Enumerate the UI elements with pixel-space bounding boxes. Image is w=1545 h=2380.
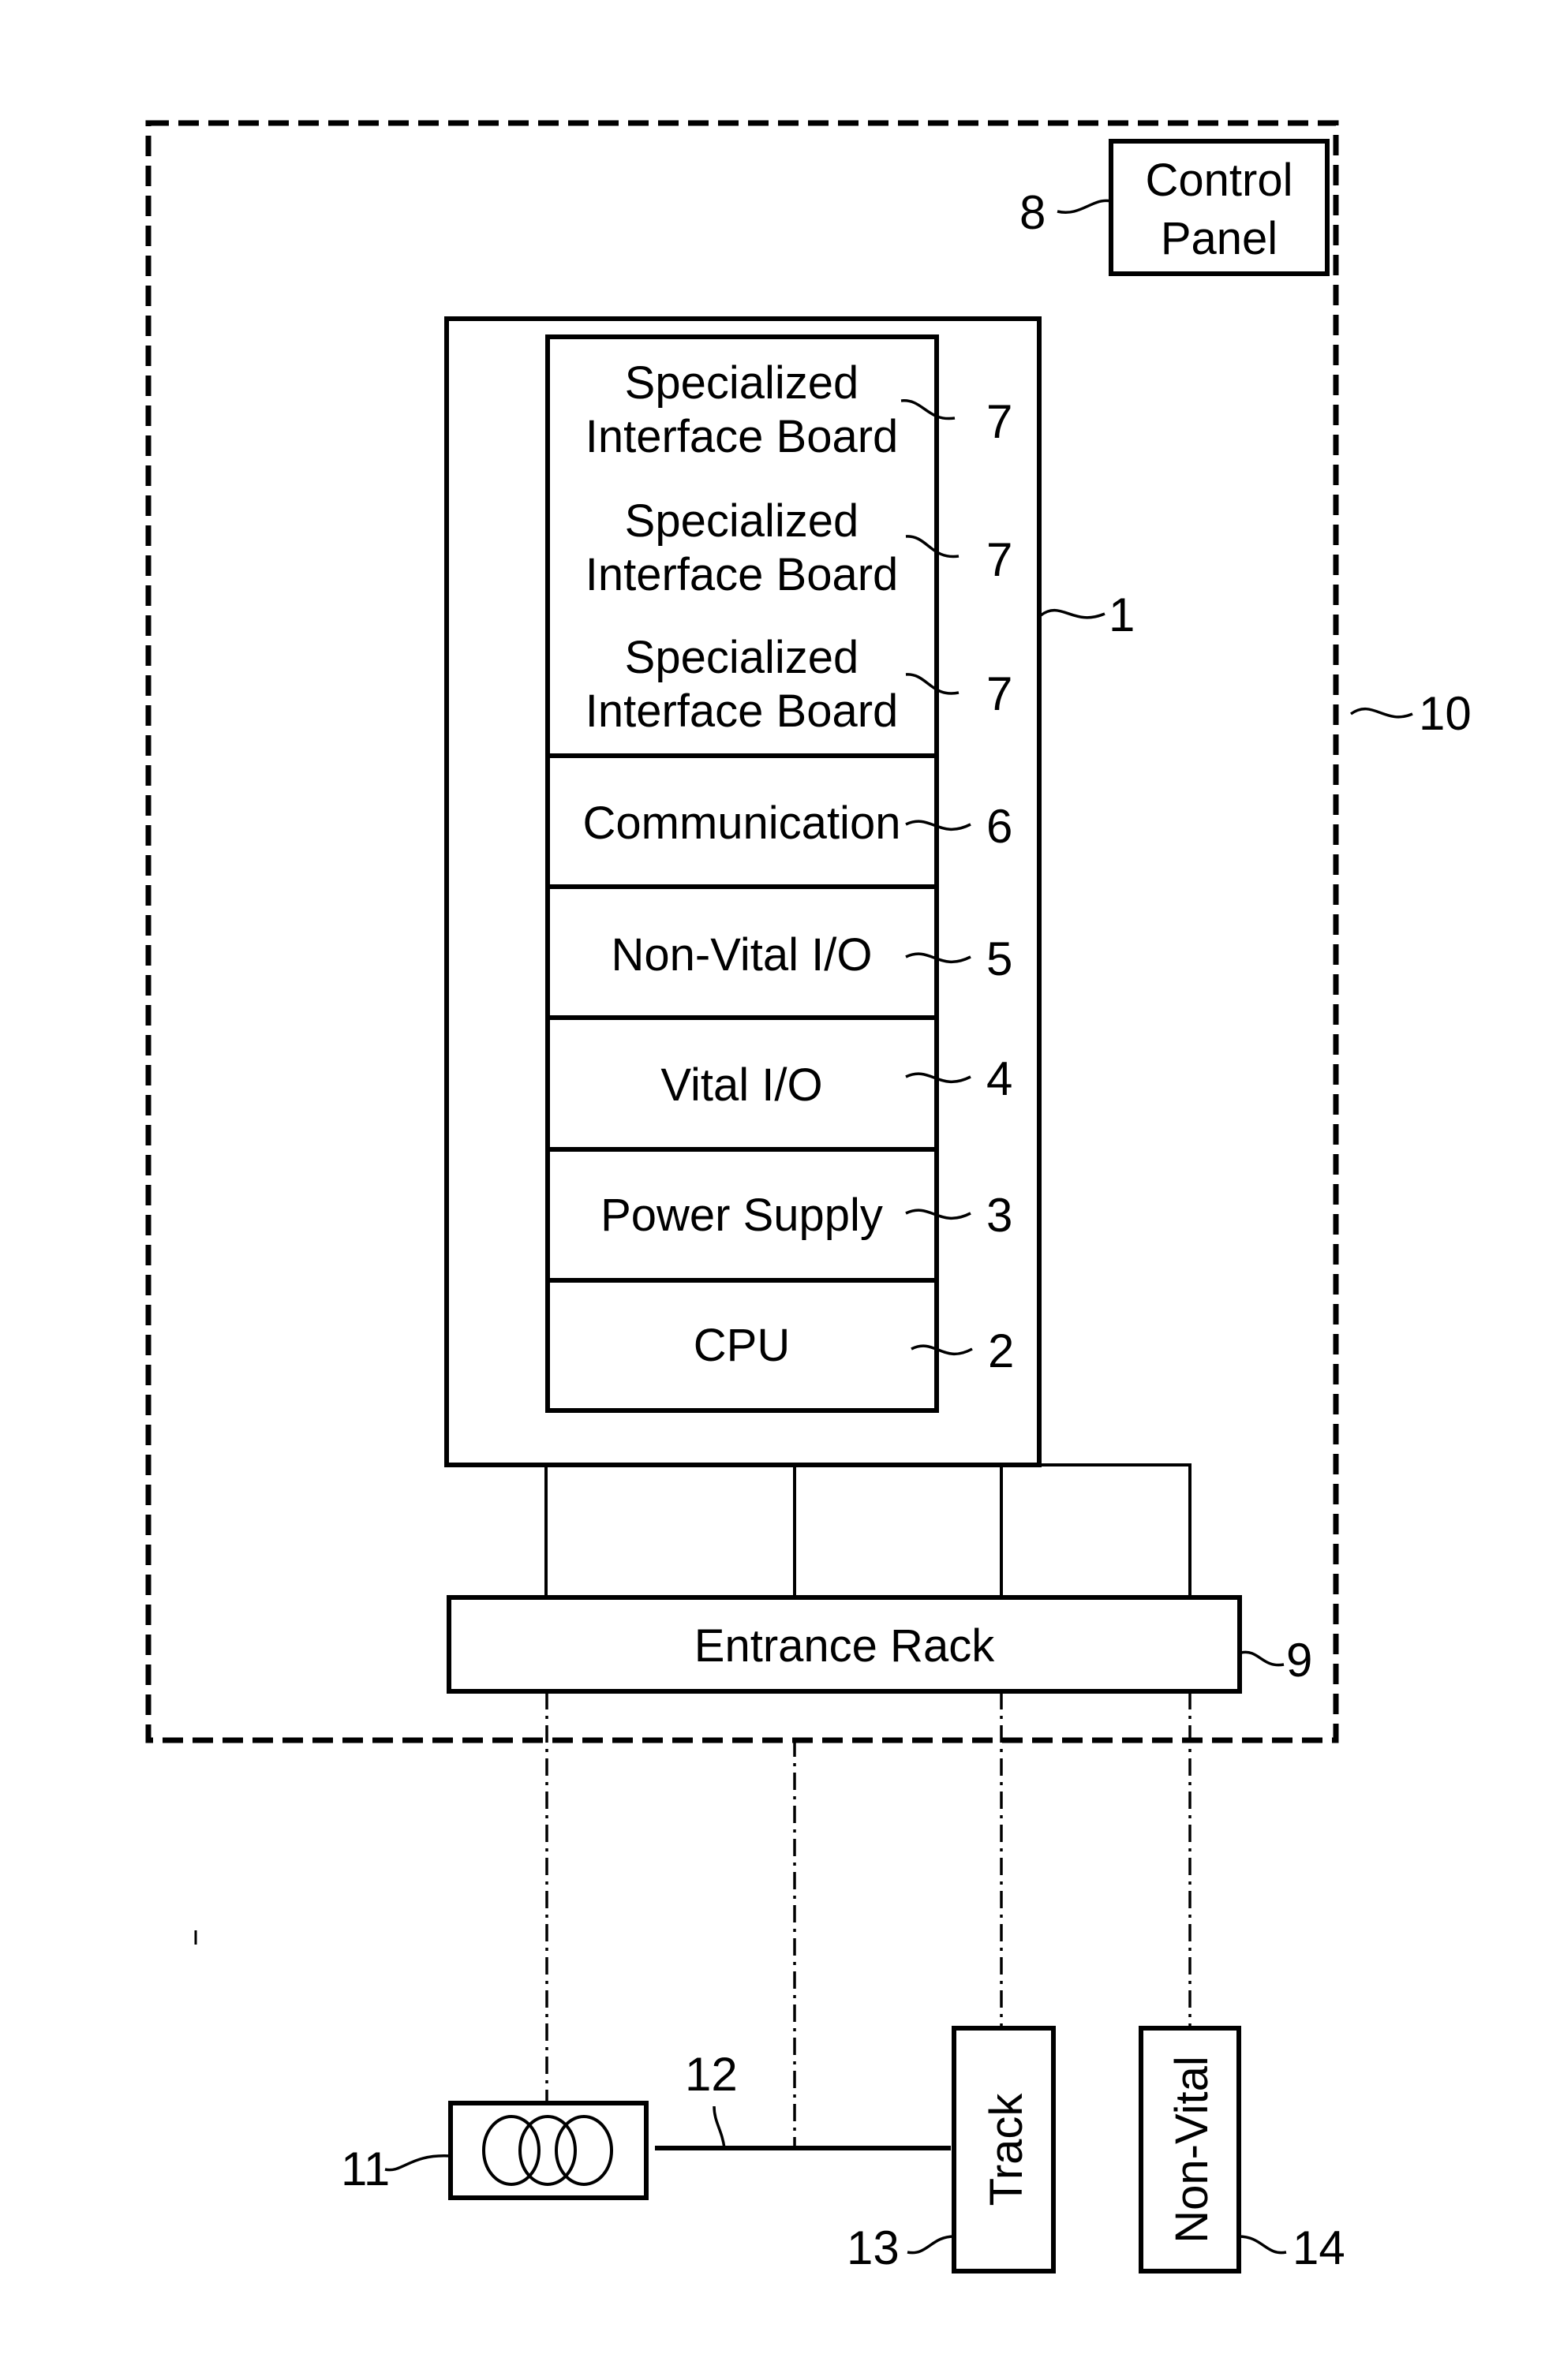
- board-ref: 4: [986, 1052, 1012, 1105]
- track-label: Track: [981, 2093, 1032, 2206]
- board-label: CPU: [694, 1320, 790, 1371]
- field-connections: [545, 1692, 1191, 2148]
- signal-lamps-icon: [482, 2115, 613, 2186]
- board-label: Interface Board: [585, 549, 899, 600]
- rack-leader: [1039, 608, 1105, 619]
- board-leader: [900, 399, 956, 420]
- board-ref: 6: [986, 800, 1012, 853]
- board-label: Specialized: [625, 357, 859, 409]
- board-label: Power Supply: [600, 1190, 883, 1241]
- bus-line: [1039, 1463, 1191, 1597]
- control-panel-label-line1: Control: [1146, 155, 1293, 206]
- non-vital-leader: [1238, 2235, 1287, 2255]
- board-label: Specialized: [625, 495, 859, 547]
- non-vital-label: Non-Vital: [1166, 2056, 1218, 2244]
- system-block-diagram: 10 Control Panel 8 1 Specialized Interfa…: [145, 120, 1472, 2274]
- control-panel-leader: [1057, 199, 1112, 214]
- track-ref: 13: [847, 2221, 900, 2274]
- board-ref: 2: [988, 1325, 1014, 1377]
- bus-connections: [544, 1463, 1191, 1597]
- signal-lamp: [518, 2115, 577, 2186]
- line-12-ref: 12: [685, 2048, 738, 2101]
- control-panel-label-line2: Panel: [1161, 213, 1278, 264]
- board-stack: Specialized Interface Board 7 Specialize…: [545, 334, 1014, 1413]
- signal-ref: 11: [341, 2143, 390, 2195]
- board-leader: [905, 673, 960, 695]
- signal-lamp: [482, 2115, 541, 2186]
- non-vital-ref: 14: [1292, 2221, 1345, 2274]
- line-12-leader: [713, 2105, 726, 2149]
- track-leader: [907, 2235, 955, 2255]
- enclosure-leader: [1349, 708, 1413, 719]
- board-ref: 7: [986, 533, 1012, 586]
- entrance-rack-label: Entrance Rack: [694, 1620, 995, 1672]
- entrance-rack-ref: 9: [1286, 1634, 1312, 1687]
- board-leader: [911, 1344, 973, 1355]
- board-label: Vital I/O: [660, 1059, 822, 1111]
- control-panel-ref: 8: [1019, 186, 1046, 239]
- board-label: Non-Vital I/O: [612, 929, 873, 981]
- rack-box: [444, 316, 1042, 1467]
- board-label: Communication: [583, 798, 901, 849]
- entrance-rack-leader: [1240, 1650, 1285, 1667]
- board-label: Specialized: [625, 632, 859, 683]
- board-ref: 7: [986, 395, 1012, 448]
- board-leader: [905, 535, 960, 559]
- board-label: Interface Board: [585, 411, 899, 462]
- board-ref: 3: [986, 1189, 1012, 1242]
- signal-lamp: [555, 2115, 613, 2186]
- enclosure-ref: 10: [1419, 687, 1472, 740]
- board-ref: 5: [986, 932, 1012, 985]
- rack-ref: 1: [1109, 588, 1135, 641]
- signal-leader: [384, 2154, 451, 2172]
- board-label: Interface Board: [585, 686, 899, 737]
- board-ref: 7: [986, 667, 1012, 720]
